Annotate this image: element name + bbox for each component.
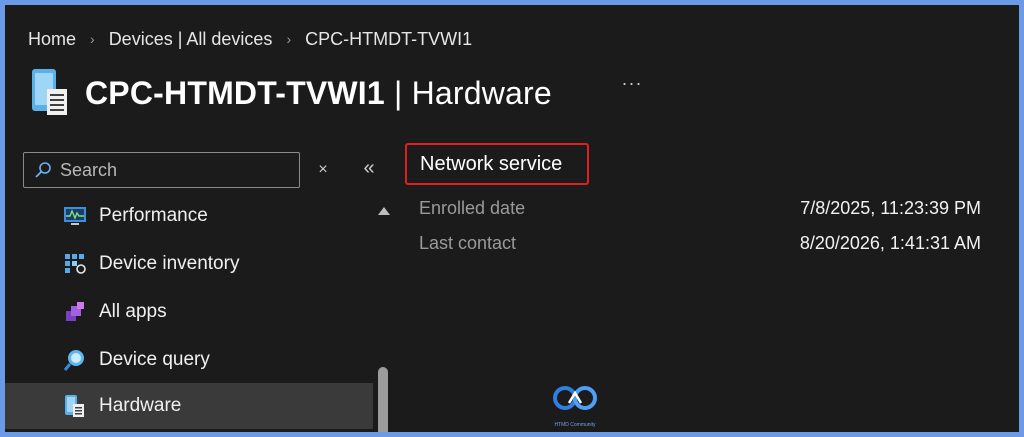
property-label-last-contact: Last contact <box>419 233 517 253</box>
portal-window: Home › Devices | All devices › CPC-HTMDT… <box>5 5 1019 432</box>
htmd-logo-icon <box>553 386 597 410</box>
breadcrumb-device[interactable]: CPC-HTMDT-TVWI1 <box>305 29 472 50</box>
breadcrumb-separator-icon: › <box>286 31 292 47</box>
watermark-logo: HTMD Community <box>547 383 603 431</box>
breadcrumb: Home › Devices | All devices › CPC-HTMDT… <box>28 27 472 51</box>
search-icon <box>35 162 51 178</box>
sidebar-item-device-inventory[interactable]: Device inventory <box>5 241 373 287</box>
property-value-last-contact: 8/20/2026, 1:41:31 AM <box>799 233 981 253</box>
sidebar-item-hardware[interactable]: Hardware <box>5 383 373 429</box>
device-hardware-icon <box>32 69 67 115</box>
search-input[interactable] <box>60 159 280 181</box>
page-title-separator: | <box>393 74 403 111</box>
watermark-text: HTMD Community <box>554 422 596 428</box>
sidebar-item-device-query[interactable]: Device query <box>5 337 373 383</box>
breadcrumb-all-devices[interactable]: Devices | All devices <box>109 29 273 50</box>
all-apps-icon <box>66 302 84 321</box>
clear-search-button[interactable]: × <box>313 159 333 181</box>
more-options-button[interactable]: ··· <box>617 71 647 99</box>
sidebar-item-label: Device inventory <box>99 253 240 274</box>
device-inventory-icon <box>65 254 86 274</box>
scroll-up-icon[interactable] <box>378 207 390 215</box>
page-header: CPC-HTMDT-TVWI1 | Hardware <box>29 65 552 121</box>
sidebar-item-all-apps[interactable]: All apps <box>5 289 373 335</box>
hardware-icon <box>65 395 84 417</box>
device-query-icon <box>63 350 84 371</box>
section-title-network-service: Network service <box>405 143 589 185</box>
scrollbar-thumb[interactable] <box>378 367 388 432</box>
property-label-enrolled-date: Enrolled date <box>419 198 526 218</box>
performance-icon <box>64 207 86 225</box>
sidebar-scrollbar[interactable] <box>373 199 395 432</box>
breadcrumb-home[interactable]: Home <box>28 29 76 50</box>
search-box[interactable] <box>23 152 300 188</box>
page-title: CPC-HTMDT-TVWI1 | Hardware <box>85 75 552 112</box>
sidebar-item-label: All apps <box>99 301 167 322</box>
collapse-sidebar-button[interactable]: « <box>357 157 381 181</box>
sidebar-item-performance[interactable]: Performance <box>5 193 373 239</box>
sidebar-item-label: Hardware <box>99 395 182 416</box>
sidebar-item-label: Device query <box>99 349 210 370</box>
page-title-section: Hardware <box>411 74 552 111</box>
property-value-enrolled-date: 7/8/2025, 11:23:39 PM <box>800 198 981 218</box>
breadcrumb-separator-icon: › <box>90 31 95 47</box>
sidebar-menu: Performance Device inventory All apps De… <box>5 193 373 432</box>
sidebar-item-label: Performance <box>99 205 208 226</box>
page-title-device: CPC-HTMDT-TVWI1 <box>85 74 385 111</box>
